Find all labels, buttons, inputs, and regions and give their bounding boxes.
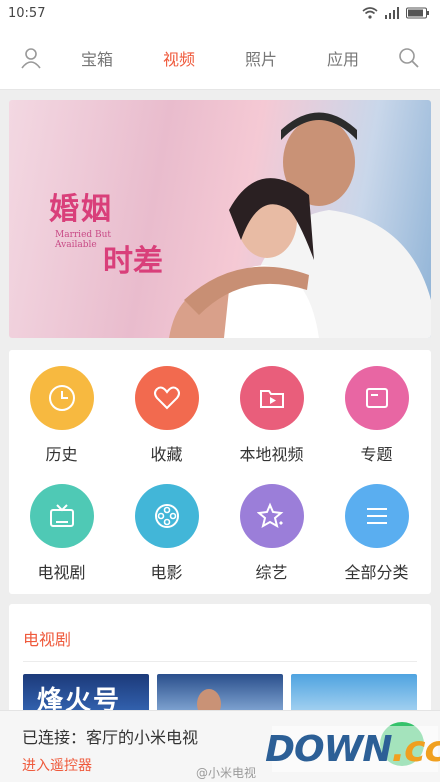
status-icons — [362, 7, 430, 19]
watermark-suffix: .cc — [391, 728, 440, 770]
heart-icon — [134, 366, 199, 430]
category-label: 专题 — [360, 445, 393, 464]
wifi-icon — [362, 7, 378, 19]
category-all[interactable]: 全部分类 — [324, 484, 429, 583]
banner-title-line-2: 时差 — [103, 244, 163, 279]
weibo-watermark: @小米电视 — [196, 766, 257, 780]
category-favorites[interactable]: 收藏 — [114, 366, 219, 465]
banner-title-line-1: 婚姻 — [49, 192, 113, 227]
category-history[interactable]: 历史 — [9, 366, 114, 465]
category-label: 电影 — [150, 563, 183, 582]
status-bar: 10:57 — [0, 0, 440, 26]
search-icon[interactable] — [396, 45, 422, 71]
remote-control-link[interactable]: 进入遥控器 — [22, 755, 92, 775]
section-divider — [23, 661, 417, 662]
category-card: 历史 收藏 本地视频 专题 电视剧 电影 综艺 全部分类 — [9, 350, 431, 594]
top-nav: 宝箱 视频 照片 应用 — [0, 26, 440, 90]
tab-photos[interactable]: 照片 — [232, 46, 290, 70]
status-time: 10:57 — [8, 5, 46, 21]
category-label: 综艺 — [255, 563, 288, 582]
category-label: 历史 — [45, 445, 78, 464]
battery-icon — [406, 7, 429, 19]
category-grid: 历史 收藏 本地视频 专题 电视剧 电影 综艺 全部分类 — [9, 350, 431, 594]
category-movies[interactable]: 电影 — [114, 484, 219, 583]
tab-treasure[interactable]: 宝箱 — [68, 46, 126, 70]
category-label: 全部分类 — [344, 563, 409, 582]
tab-video[interactable]: 视频 — [150, 46, 208, 70]
banner-title: 婚姻 Married But Available 时差 — [49, 184, 163, 280]
menu-icon — [344, 484, 409, 548]
featured-banner[interactable]: 婚姻 Married But Available 时差 — [9, 100, 431, 338]
stars-icon — [239, 484, 304, 548]
connection-status: 已连接：客厅的小米电视 — [22, 728, 199, 747]
category-label: 收藏 — [150, 445, 183, 464]
watermark-main: DOWN — [265, 728, 392, 770]
category-tv-series[interactable]: 电视剧 — [9, 484, 114, 583]
category-label: 本地视频 — [239, 445, 304, 464]
category-local-video[interactable]: 本地视频 — [219, 366, 324, 465]
tab-apps[interactable]: 应用 — [314, 46, 372, 70]
category-label: 电视剧 — [37, 563, 86, 582]
user-icon[interactable] — [18, 45, 44, 71]
tv-icon — [29, 484, 94, 548]
category-topics[interactable]: 专题 — [324, 366, 429, 465]
category-variety[interactable]: 综艺 — [219, 484, 324, 583]
card-icon — [344, 366, 409, 430]
signal-icon — [385, 7, 399, 19]
site-watermark: DOWN .cc — [265, 726, 440, 772]
folder-play-icon — [239, 366, 304, 430]
section-title: 电视剧 — [23, 630, 72, 649]
film-reel-icon — [134, 484, 199, 548]
clock-icon — [29, 366, 94, 430]
